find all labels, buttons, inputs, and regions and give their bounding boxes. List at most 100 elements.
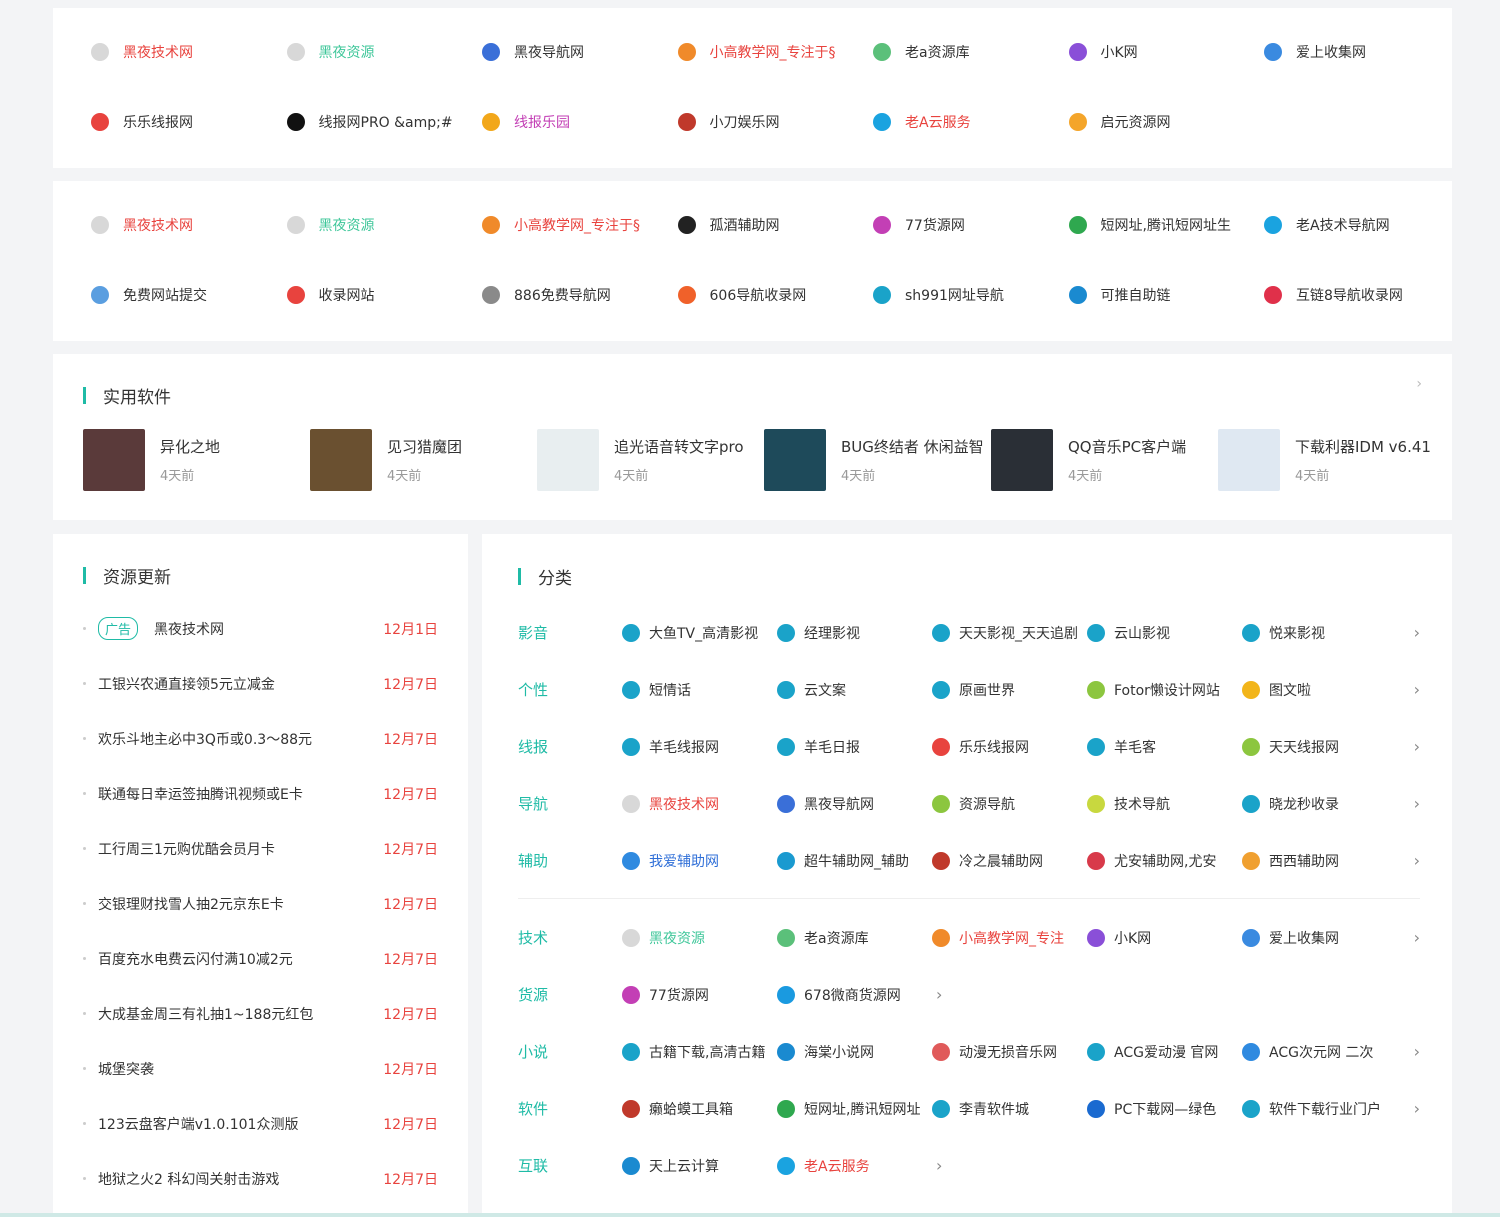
software-item[interactable]: QQ音乐PC客户端 4天前: [991, 429, 1218, 491]
update-row[interactable]: 广告 黑夜技术网 12月1日: [83, 601, 438, 656]
friend-link[interactable]: 886免费导航网: [482, 260, 678, 330]
friend-link[interactable]: 黑夜技术网: [91, 17, 287, 87]
friend-link[interactable]: 小高教学网_专注于§: [482, 190, 678, 260]
category-name[interactable]: 互联: [518, 1155, 622, 1176]
category-link[interactable]: 软件下载行业门户: [1242, 1099, 1397, 1119]
category-name[interactable]: 货源: [518, 984, 622, 1005]
category-name[interactable]: 影音: [518, 622, 622, 643]
category-name[interactable]: 小说: [518, 1041, 622, 1062]
category-link[interactable]: 李青软件城: [932, 1099, 1087, 1119]
update-row[interactable]: 城堡突袭 12月7日: [83, 1041, 438, 1096]
category-link[interactable]: 小高教学网_专注: [932, 928, 1087, 948]
friend-link[interactable]: 黑夜技术网: [91, 190, 287, 260]
update-row[interactable]: 百度充水电费云闪付满10减2元 12月7日: [83, 931, 438, 986]
update-row[interactable]: 交银理财找雪人抽2元京东E卡 12月7日: [83, 876, 438, 931]
chevron-right-icon[interactable]: ›: [936, 1156, 942, 1175]
friend-link[interactable]: 互链8导航收录网: [1264, 260, 1460, 330]
chevron-right-icon[interactable]: ›: [1414, 851, 1420, 870]
friend-link[interactable]: 老A技术导航网: [1264, 190, 1460, 260]
friend-link[interactable]: 短网址,腾讯短网址生: [1068, 190, 1265, 260]
category-name[interactable]: 线报: [518, 736, 622, 757]
category-link[interactable]: 黑夜导航网: [777, 794, 932, 814]
category-link[interactable]: 晓龙秒收录: [1242, 794, 1397, 814]
category-link[interactable]: 羊毛日报: [777, 737, 932, 757]
friend-link[interactable]: 77货源网: [873, 190, 1069, 260]
friend-link[interactable]: 乐乐线报网: [91, 87, 287, 157]
category-link[interactable]: 爱上收集网: [1242, 928, 1397, 948]
update-row[interactable]: 地狱之火2 科幻闯关射击游戏 12月7日: [83, 1151, 438, 1206]
category-link[interactable]: 天上云计算: [622, 1156, 777, 1176]
category-link[interactable]: 超牛辅助网_辅助: [777, 851, 932, 871]
friend-link[interactable]: 线报乐园: [482, 87, 678, 157]
update-title[interactable]: 黑夜技术网: [154, 619, 383, 639]
friend-link[interactable]: 606导航收录网: [677, 260, 874, 330]
category-link[interactable]: PC下载网—绿色: [1087, 1099, 1242, 1119]
software-name[interactable]: QQ音乐PC客户端: [1068, 436, 1213, 457]
category-link[interactable]: 动漫无损音乐网: [932, 1042, 1087, 1062]
update-row[interactable]: 工银兴农通直接领5元立减金 12月7日: [83, 656, 438, 711]
update-row[interactable]: 联通每日幸运签抽腾讯视频或E卡 12月7日: [83, 766, 438, 821]
update-row[interactable]: 123云盘客户端v1.0.101众测版 12月7日: [83, 1096, 438, 1151]
update-title[interactable]: 联通每日幸运签抽腾讯视频或E卡: [98, 784, 383, 804]
update-title[interactable]: 工行周三1元购优酷会员月卡: [98, 839, 383, 859]
category-link[interactable]: 古籍下载,高清古籍: [622, 1042, 777, 1062]
friend-link[interactable]: 小刀娱乐网: [677, 87, 874, 157]
software-thumbnail[interactable]: [537, 429, 599, 491]
category-link[interactable]: 图文啦: [1242, 680, 1397, 700]
friend-link[interactable]: 小高教学网_专注于§: [677, 17, 874, 87]
category-name[interactable]: 导航: [518, 793, 622, 814]
software-item[interactable]: 追光语音转文字pro 4天前: [537, 429, 764, 491]
friend-link[interactable]: 老A云服务: [873, 87, 1069, 157]
category-link[interactable]: 资源导航: [932, 794, 1087, 814]
software-thumbnail[interactable]: [764, 429, 826, 491]
category-name[interactable]: 辅助: [518, 850, 622, 871]
software-name[interactable]: 见习猎魔团: [387, 436, 532, 457]
category-name[interactable]: 技术: [518, 927, 622, 948]
friend-link[interactable]: 爱上收集网: [1264, 17, 1460, 87]
friend-link[interactable]: sh991网址导航: [873, 260, 1069, 330]
chevron-right-icon[interactable]: ›: [1414, 928, 1420, 947]
category-link[interactable]: 悦来影视: [1242, 623, 1397, 643]
update-title[interactable]: 城堡突袭: [98, 1059, 383, 1079]
category-link[interactable]: 黑夜资源: [622, 928, 777, 948]
category-link[interactable]: Fotor懒设计网站: [1087, 680, 1242, 700]
friend-link[interactable]: 老a资源库: [873, 17, 1069, 87]
category-link[interactable]: 尤安辅助网,尤安: [1087, 851, 1242, 871]
category-link[interactable]: 海棠小说网: [777, 1042, 932, 1062]
update-row[interactable]: 欢乐斗地主必中3Q币或0.3～88元 12月7日: [83, 711, 438, 766]
software-name[interactable]: 追光语音转文字pro: [614, 436, 759, 457]
category-link[interactable]: 乐乐线报网: [932, 737, 1087, 757]
update-title[interactable]: 欢乐斗地主必中3Q币或0.3～88元: [98, 729, 383, 749]
software-thumbnail[interactable]: [1218, 429, 1280, 491]
software-thumbnail[interactable]: [991, 429, 1053, 491]
friend-link[interactable]: 线报网PRO &amp;#: [286, 87, 483, 157]
category-link[interactable]: 天天线报网: [1242, 737, 1397, 757]
update-title[interactable]: 大成基金周三有礼抽1~188元红包: [98, 1004, 383, 1024]
software-name[interactable]: 异化之地: [160, 436, 305, 457]
software-item[interactable]: 异化之地 4天前: [83, 429, 310, 491]
software-item[interactable]: BUG终结者 休闲益智 4天前: [764, 429, 991, 491]
category-link[interactable]: 77货源网: [622, 985, 777, 1005]
chevron-right-icon[interactable]: ›: [1414, 680, 1420, 699]
friend-link[interactable]: 免费网站提交: [91, 260, 287, 330]
category-link[interactable]: 我爱辅助网: [622, 851, 777, 871]
chevron-right-icon[interactable]: ›: [936, 985, 942, 1004]
category-link[interactable]: 经理影视: [777, 623, 932, 643]
chevron-right-icon[interactable]: ›: [1414, 1042, 1420, 1061]
software-item[interactable]: 下载利器IDM v6.41 4天前: [1218, 429, 1445, 491]
category-link[interactable]: 短情话: [622, 680, 777, 700]
category-name[interactable]: 个性: [518, 679, 622, 700]
category-link[interactable]: 羊毛线报网: [622, 737, 777, 757]
category-link[interactable]: 云山影视: [1087, 623, 1242, 643]
friend-link[interactable]: 启元资源网: [1068, 87, 1265, 157]
software-name[interactable]: BUG终结者 休闲益智: [841, 436, 986, 457]
friend-link[interactable]: 收录网站: [286, 260, 483, 330]
category-link[interactable]: 老a资源库: [777, 928, 932, 948]
category-link[interactable]: ACG次元网 二次: [1242, 1042, 1397, 1062]
software-thumbnail[interactable]: [310, 429, 372, 491]
chevron-right-icon[interactable]: ›: [1414, 737, 1420, 756]
category-link[interactable]: 云文案: [777, 680, 932, 700]
update-row[interactable]: 大成基金周三有礼抽1~188元红包 12月7日: [83, 986, 438, 1041]
category-link[interactable]: 大鱼TV_高清影视: [622, 623, 777, 643]
chevron-right-icon[interactable]: ›: [1416, 376, 1422, 392]
